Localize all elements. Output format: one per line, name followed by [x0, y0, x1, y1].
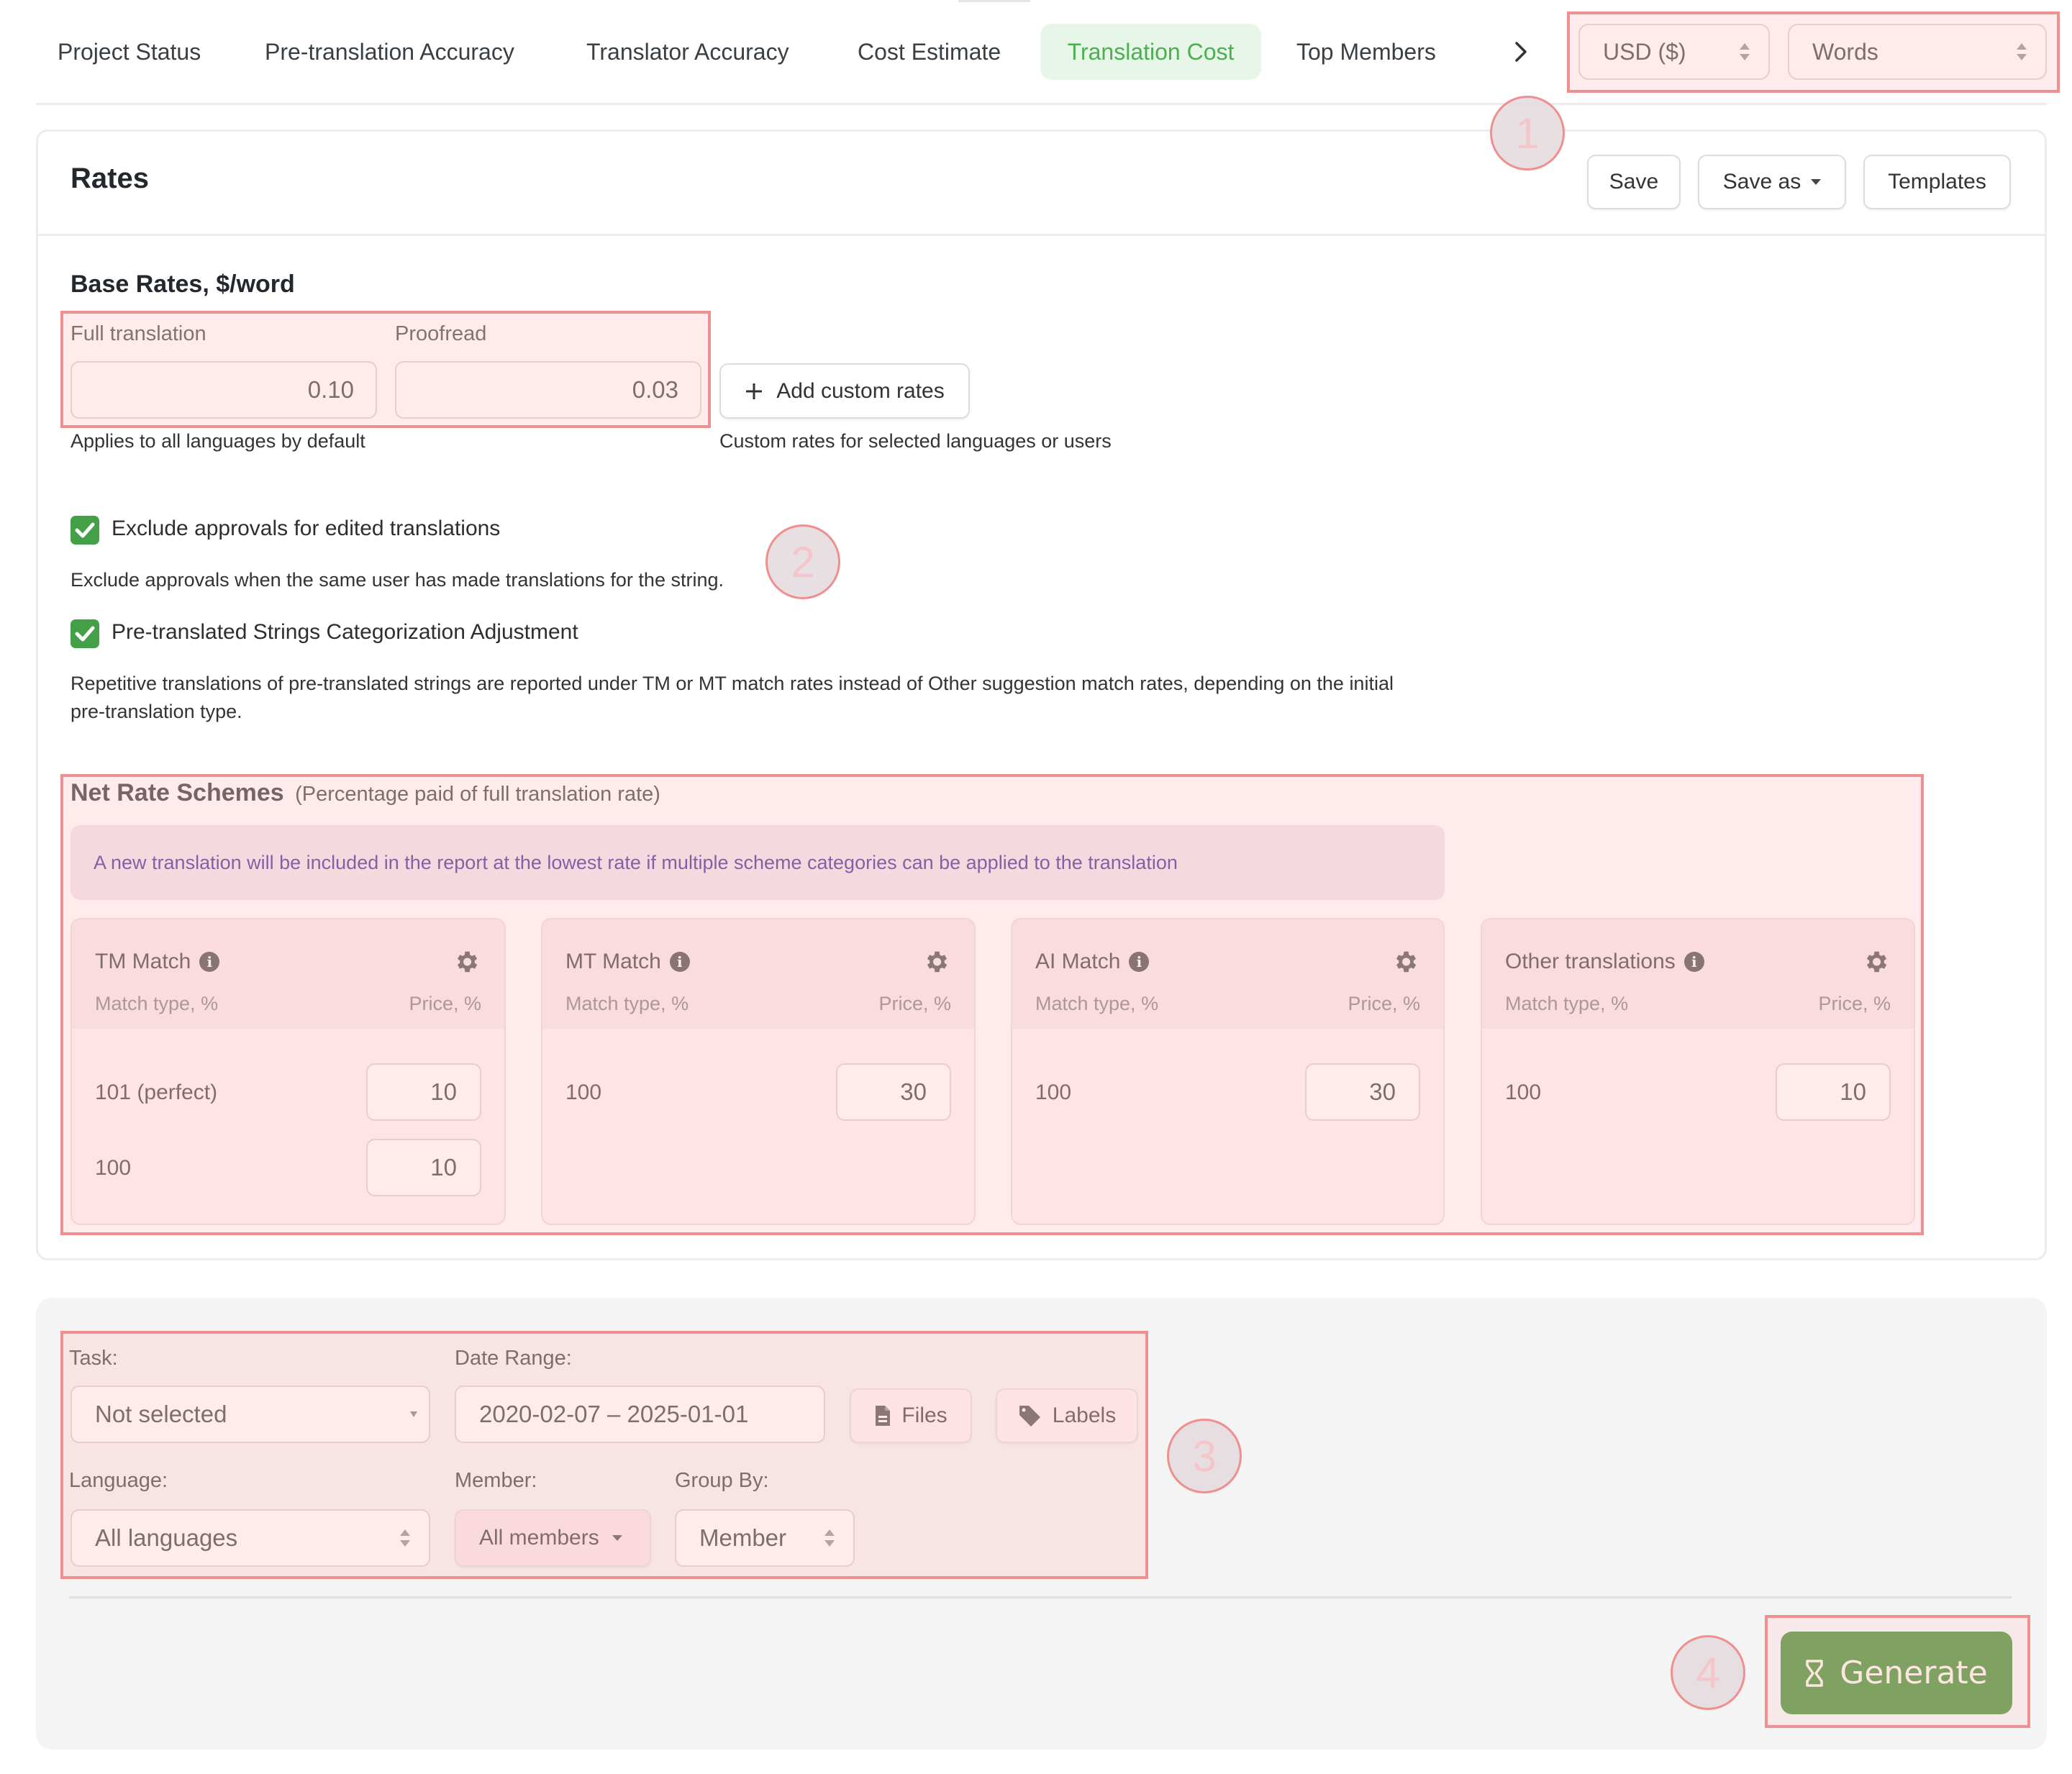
checkmark-icon [75, 522, 95, 538]
pretranslated-adjustment-label: Pre-translated Strings Categorization Ad… [112, 620, 578, 644]
add-custom-rates-button[interactable]: Add custom rates [719, 363, 970, 419]
custom-rates-helper: Custom rates for selected languages or u… [719, 430, 1112, 452]
card-header-divider [36, 234, 2047, 236]
pretranslated-adjustment-description-line1: Repetitive translations of pre-translate… [71, 673, 1394, 694]
tabs-divider [36, 103, 2047, 105]
annotation-box-base-rates [60, 311, 711, 428]
caret-down-icon [1811, 179, 1822, 185]
annotation-box-3 [60, 1331, 1148, 1579]
pretranslated-adjustment-checkbox[interactable] [71, 619, 99, 648]
checkmark-icon [75, 626, 95, 642]
templates-button[interactable]: Templates [1863, 155, 2011, 209]
tab-project-status[interactable]: Project Status [42, 24, 217, 80]
annotation-box-4 [1765, 1615, 2030, 1728]
annotation-number-4: 4 [1671, 1635, 1745, 1710]
panel-divider [69, 1596, 2012, 1598]
base-rates-helper: Applies to all languages by default [71, 430, 365, 452]
exclude-approvals-description: Exclude approvals when the same user has… [71, 569, 724, 591]
templates-button-label: Templates [1888, 170, 1986, 194]
save-as-button-label: Save as [1722, 170, 1801, 194]
chevron-right-icon[interactable] [1511, 37, 1531, 66]
save-button[interactable]: Save [1587, 155, 1681, 209]
tab-translator-accuracy[interactable]: Translator Accuracy [571, 24, 805, 80]
save-as-button[interactable]: Save as [1698, 155, 1846, 209]
tab-scroll-indicator [958, 0, 1030, 2]
exclude-approvals-label: Exclude approvals for edited translation… [112, 517, 501, 540]
plus-icon [746, 383, 763, 399]
pretranslated-adjustment-description-line2: pre-translation type. [71, 701, 242, 722]
annotation-number-3: 3 [1167, 1419, 1242, 1493]
tab-top-members[interactable]: Top Members [1281, 24, 1452, 80]
save-button-label: Save [1609, 170, 1659, 194]
annotation-number-2: 2 [765, 524, 840, 599]
exclude-approvals-checkbox[interactable] [71, 516, 99, 545]
tab-cost-estimate[interactable]: Cost Estimate [842, 24, 1017, 80]
annotation-box-1 [1567, 12, 2060, 93]
add-custom-rates-label: Add custom rates [776, 378, 945, 403]
annotation-box-net-rates [60, 774, 1924, 1235]
tab-translation-cost[interactable]: Translation Cost [1040, 24, 1261, 80]
rates-title: Rates [71, 163, 149, 194]
annotation-number-1: 1 [1490, 96, 1565, 170]
tab-pre-translation-accuracy[interactable]: Pre-translation Accuracy [249, 24, 530, 80]
base-rates-title: Base Rates, $/word [71, 270, 295, 298]
